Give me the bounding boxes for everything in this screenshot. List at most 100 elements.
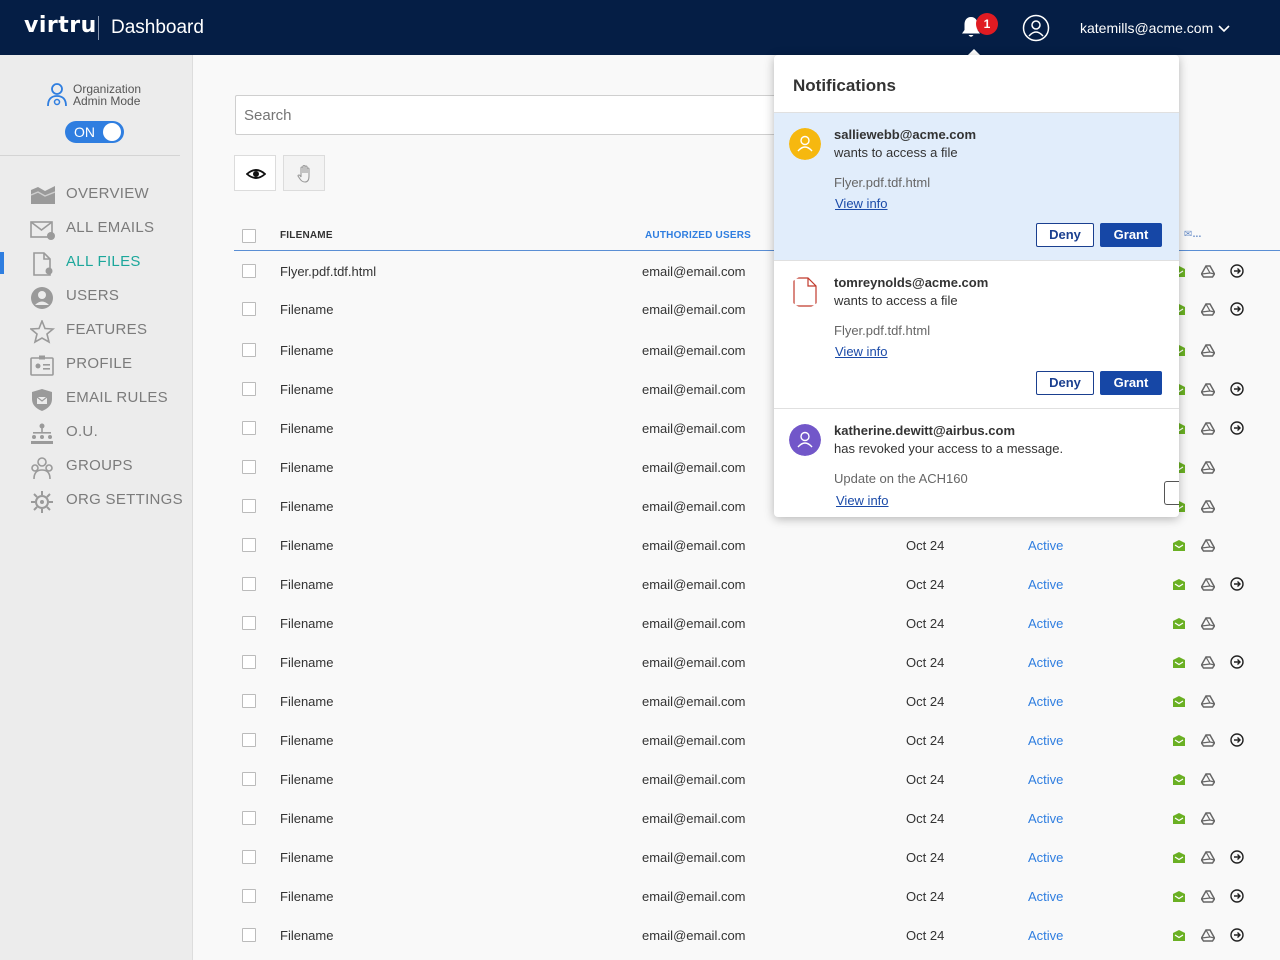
filename-cell[interactable]: Filename [280,421,333,436]
row-checkbox[interactable] [242,811,256,825]
stop-access-button[interactable] [283,155,325,191]
row-checkbox[interactable] [242,382,256,396]
filename-cell[interactable]: Filename [280,499,333,514]
status-cell[interactable]: Active [1028,694,1063,709]
sidebar-item-users[interactable]: USERS [0,282,193,316]
filename-cell[interactable]: Filename [280,850,333,865]
row-checkbox[interactable] [242,499,256,513]
table-row[interactable]: Filename email@email.com Oct 24 Active [234,526,1280,565]
grant-button[interactable]: Grant [1100,371,1162,395]
row-checkbox[interactable] [242,264,256,278]
status-cell[interactable]: Active [1028,811,1063,826]
sidebar-item-ou[interactable]: O.U. [0,418,193,452]
view-info-link[interactable]: View info [836,493,889,508]
row-checkbox[interactable] [242,616,256,630]
row-checkbox[interactable] [242,577,256,591]
scroll-handle[interactable] [1164,481,1179,505]
sidebar-item-profile[interactable]: PROFILE [0,350,193,384]
row-checkbox[interactable] [242,655,256,669]
arrow-circle-icon[interactable] [1230,421,1244,435]
filename-cell[interactable]: Filename [280,616,333,631]
sidebar-item-email-rules[interactable]: EMAIL RULES [0,384,193,418]
status-cell[interactable]: Active [1028,655,1063,670]
status-cell[interactable]: Active [1028,850,1063,865]
status-cell[interactable]: Active [1028,577,1063,592]
filename-cell[interactable]: Filename [280,811,333,826]
table-row[interactable]: Filename email@email.com Oct 24 Active [234,760,1280,799]
view-info-link[interactable]: View info [835,344,888,359]
chevron-down-icon[interactable] [1218,22,1230,34]
status-cell[interactable]: Active [1028,772,1063,787]
sidebar-item-all-emails[interactable]: ALL EMAILS [0,214,193,248]
arrow-circle-icon[interactable] [1230,889,1244,903]
deny-button[interactable]: Deny [1036,371,1094,395]
table-row[interactable]: Filename email@email.com Oct 24 Active [234,799,1280,838]
row-checkbox[interactable] [242,343,256,357]
row-checkbox[interactable] [242,421,256,435]
col-email-actions[interactable]: ✉... [1184,229,1202,240]
filename-cell[interactable]: Filename [280,460,333,475]
table-row[interactable]: Filename email@email.com Oct 24 Active [234,682,1280,721]
table-row[interactable]: Filename email@email.com Oct 24 Active [234,721,1280,760]
table-row[interactable]: Filename email@email.com Oct 24 Active [234,916,1280,955]
table-row[interactable]: Filename email@email.com Oct 24 Active [234,604,1280,643]
arrow-circle-icon[interactable] [1230,655,1244,669]
arrow-circle-icon[interactable] [1230,850,1244,864]
filename-cell[interactable]: Filename [280,382,333,397]
sidebar-item-groups[interactable]: GROUPS [0,452,193,486]
filename-cell[interactable]: Filename [280,577,333,592]
admin-mode-toggle[interactable]: ON [65,121,124,143]
row-checkbox[interactable] [242,772,256,786]
arrow-circle-icon[interactable] [1230,928,1244,942]
select-all-checkbox[interactable] [242,229,256,243]
table-row[interactable]: Filename email@email.com Oct 24 Active [234,838,1280,877]
row-checkbox[interactable] [242,538,256,552]
sidebar-item-all-files[interactable]: ALL FILES [0,248,193,282]
arrow-circle-icon[interactable] [1230,264,1244,278]
row-checkbox[interactable] [242,694,256,708]
col-filename[interactable]: FILENAME [280,230,333,241]
virtru-logo[interactable]: virtru [24,13,97,38]
table-row[interactable]: Filename email@email.com Oct 24 Active [234,565,1280,604]
arrow-circle-icon[interactable] [1230,733,1244,747]
sidebar-item-org-settings[interactable]: ORG SETTINGS [0,486,193,520]
row-checkbox[interactable] [242,928,256,942]
view-info-link[interactable]: View info [835,196,888,211]
table-row[interactable]: Filename email@email.com Oct 24 Active [234,877,1280,916]
row-checkbox[interactable] [242,302,256,316]
filename-cell[interactable]: Filename [280,343,333,358]
filename-cell[interactable]: Filename [280,538,333,553]
row-checkbox[interactable] [242,889,256,903]
filename-cell[interactable]: Filename [280,772,333,787]
status-cell[interactable]: Active [1028,616,1063,631]
search-input[interactable] [235,95,795,135]
notification-email: katherine.dewitt@airbus.com [834,423,1015,438]
filename-cell[interactable]: Filename [280,302,333,317]
arrow-circle-icon[interactable] [1230,577,1244,591]
deny-button[interactable]: Deny [1036,223,1094,247]
filename-cell[interactable]: Filename [280,655,333,670]
sidebar-item-features[interactable]: FEATURES [0,316,193,350]
filename-cell[interactable]: Filename [280,694,333,709]
col-authorized-users[interactable]: AUTHORIZED USERS [645,230,751,241]
status-cell[interactable]: Active [1028,733,1063,748]
table-row[interactable]: Filename email@email.com Oct 24 Active [234,643,1280,682]
filename-cell[interactable]: Filename [280,889,333,904]
user-email[interactable]: katemills@acme.com [1080,20,1213,36]
sidebar-item-overview[interactable]: OVERVIEW [0,180,193,214]
row-checkbox[interactable] [242,850,256,864]
status-cell[interactable]: Active [1028,889,1063,904]
filename-cell[interactable]: Flyer.pdf.tdf.html [280,264,376,279]
notification-item: katherine.dewitt@airbus.com has revoked … [774,409,1179,517]
row-checkbox[interactable] [242,460,256,474]
filename-cell[interactable]: Filename [280,733,333,748]
status-cell[interactable]: Active [1028,538,1063,553]
filename-cell[interactable]: Filename [280,928,333,943]
arrow-circle-icon[interactable] [1230,302,1244,316]
status-cell[interactable]: Active [1028,928,1063,943]
user-account-icon[interactable] [1022,14,1050,42]
row-checkbox[interactable] [242,733,256,747]
grant-button[interactable]: Grant [1100,223,1162,247]
view-button[interactable] [234,155,276,191]
arrow-circle-icon[interactable] [1230,382,1244,396]
